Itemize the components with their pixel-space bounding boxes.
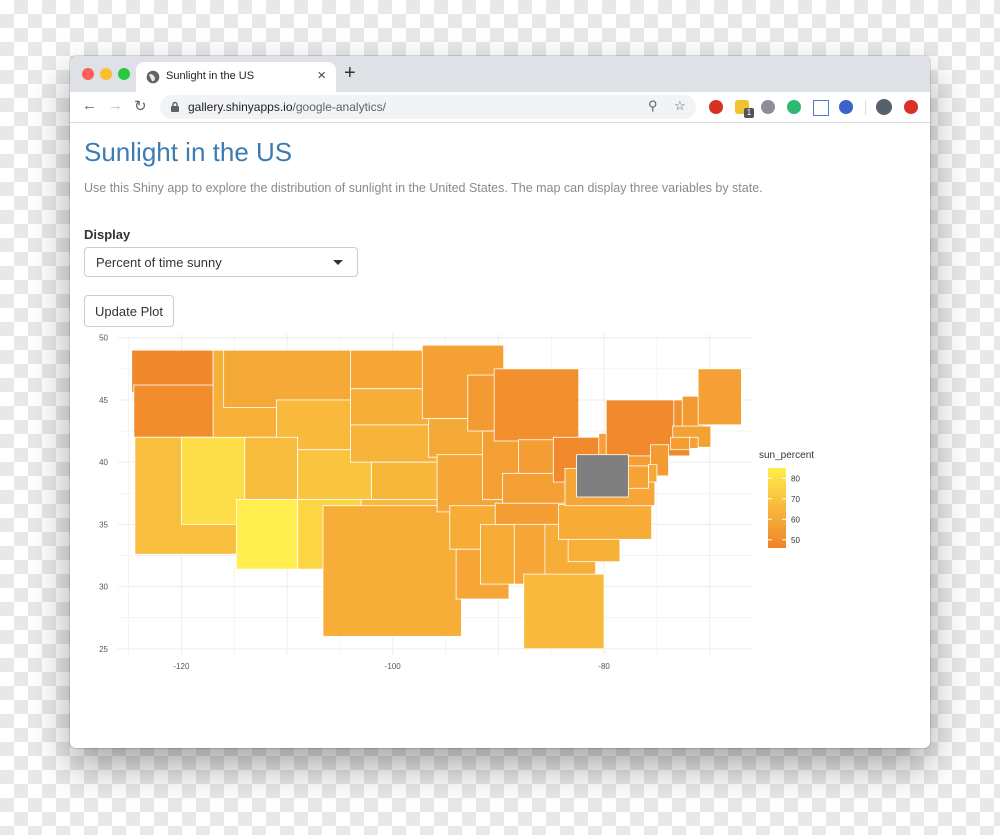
legend-tick-label: 50 — [791, 536, 800, 545]
page-description: Use this Shiny app to explore the distri… — [84, 181, 763, 195]
extension-adblock-icon[interactable] — [709, 100, 723, 114]
star-icon[interactable]: ☆ — [674, 98, 686, 114]
profile-avatar-icon[interactable] — [876, 99, 892, 115]
y-tick-label: 25 — [99, 645, 108, 654]
state-tiles: WAORCANVIDMTWYUTAZCONMNDSDNEKSOKTXMNIAMO… — [131, 344, 742, 650]
sunlight-map-chart: WAORCANVIDMTWYUTAZCONMNDSDNEKSOKTXMNIAMO… — [99, 334, 814, 671]
state-mt: MT — [223, 349, 351, 408]
legend: sun_percent 80 70 60 50 — [759, 450, 814, 548]
browser-window: Sunlight in the US × + ← → ↻ gallery.shi… — [70, 56, 930, 748]
display-select[interactable]: Percent of time sunny — [84, 247, 358, 277]
state-mi: MI — [493, 368, 580, 442]
state-de: DE — [648, 464, 658, 483]
state-fl: FL — [523, 573, 605, 650]
display-select-value: Percent of time sunny — [96, 255, 222, 270]
url-host: gallery.shinyapps.io — [188, 100, 293, 114]
state-sd: SD — [350, 388, 431, 431]
url-path: /google-analytics/ — [292, 100, 386, 114]
y-tick-label: 40 — [99, 458, 108, 467]
new-tab-button[interactable]: + — [344, 62, 356, 85]
state-tx: TX — [322, 505, 462, 637]
reload-icon[interactable]: ↻ — [134, 97, 147, 115]
state-az: AZ — [235, 499, 299, 570]
browser-toolbar: ← → ↻ gallery.shinyapps.io/google-analyt… — [70, 92, 930, 123]
address-bar[interactable]: gallery.shinyapps.io/google-analytics/ ⚲… — [160, 95, 696, 119]
page-content: Sunlight in the US Use this Shiny app to… — [70, 123, 930, 748]
extension-triangle-icon[interactable] — [813, 100, 829, 116]
chevron-down-icon — [333, 260, 343, 265]
extension-grammarly-icon[interactable] — [787, 100, 801, 114]
state-ri: RI — [689, 436, 699, 449]
back-arrow-icon[interactable]: ← — [82, 97, 97, 114]
x-tick-label: -80 — [598, 662, 610, 671]
lock-icon — [171, 101, 179, 112]
legend-title: sun_percent — [759, 450, 814, 461]
y-tick-label: 35 — [99, 520, 108, 529]
toolbar-separator — [865, 100, 866, 115]
state-nc: NC — [558, 504, 653, 540]
legend-colorbar — [768, 468, 786, 548]
state-ut: UT — [244, 436, 299, 500]
state-or: OR — [133, 384, 219, 438]
url-text: gallery.shinyapps.io/google-analytics/ — [188, 100, 386, 114]
globe-icon — [146, 70, 160, 84]
legend-tick-label: 60 — [791, 515, 800, 524]
close-window-button[interactable] — [82, 68, 94, 80]
state-ct: CT — [670, 436, 692, 451]
legend-tick-label: 70 — [791, 495, 800, 504]
y-tick-label: 45 — [99, 396, 108, 405]
extension-satellite-icon[interactable] — [761, 100, 775, 114]
state-me: ME — [697, 368, 742, 426]
update-icon[interactable] — [904, 100, 918, 114]
legend-tick-label: 80 — [791, 474, 800, 483]
zoom-icon[interactable]: ⚲ — [648, 98, 658, 114]
state-wv: WV — [576, 454, 629, 498]
browser-tab[interactable]: Sunlight in the US × — [136, 62, 336, 92]
extension-badge: 1 — [744, 108, 754, 118]
forward-arrow-icon[interactable]: → — [108, 97, 123, 114]
x-tick-label: -100 — [385, 662, 402, 671]
state-nd: ND — [350, 349, 430, 390]
state-ms: MS — [480, 523, 519, 585]
page-title: Sunlight in the US — [84, 137, 293, 167]
tab-title: Sunlight in the US — [166, 70, 255, 82]
update-plot-button[interactable]: Update Plot — [84, 295, 174, 327]
tab-bar: Sunlight in the US × + — [70, 56, 930, 92]
x-tick-label: -120 — [173, 662, 190, 671]
minimize-window-button[interactable] — [100, 68, 112, 80]
display-label: Display — [84, 227, 131, 242]
maximize-window-button[interactable] — [118, 68, 130, 80]
extension-docs-icon[interactable] — [839, 100, 853, 114]
tab-close-icon[interactable]: × — [317, 67, 326, 84]
state-nv: NV — [181, 436, 246, 525]
y-tick-label: 50 — [99, 334, 108, 343]
y-tick-label: 30 — [99, 583, 108, 592]
